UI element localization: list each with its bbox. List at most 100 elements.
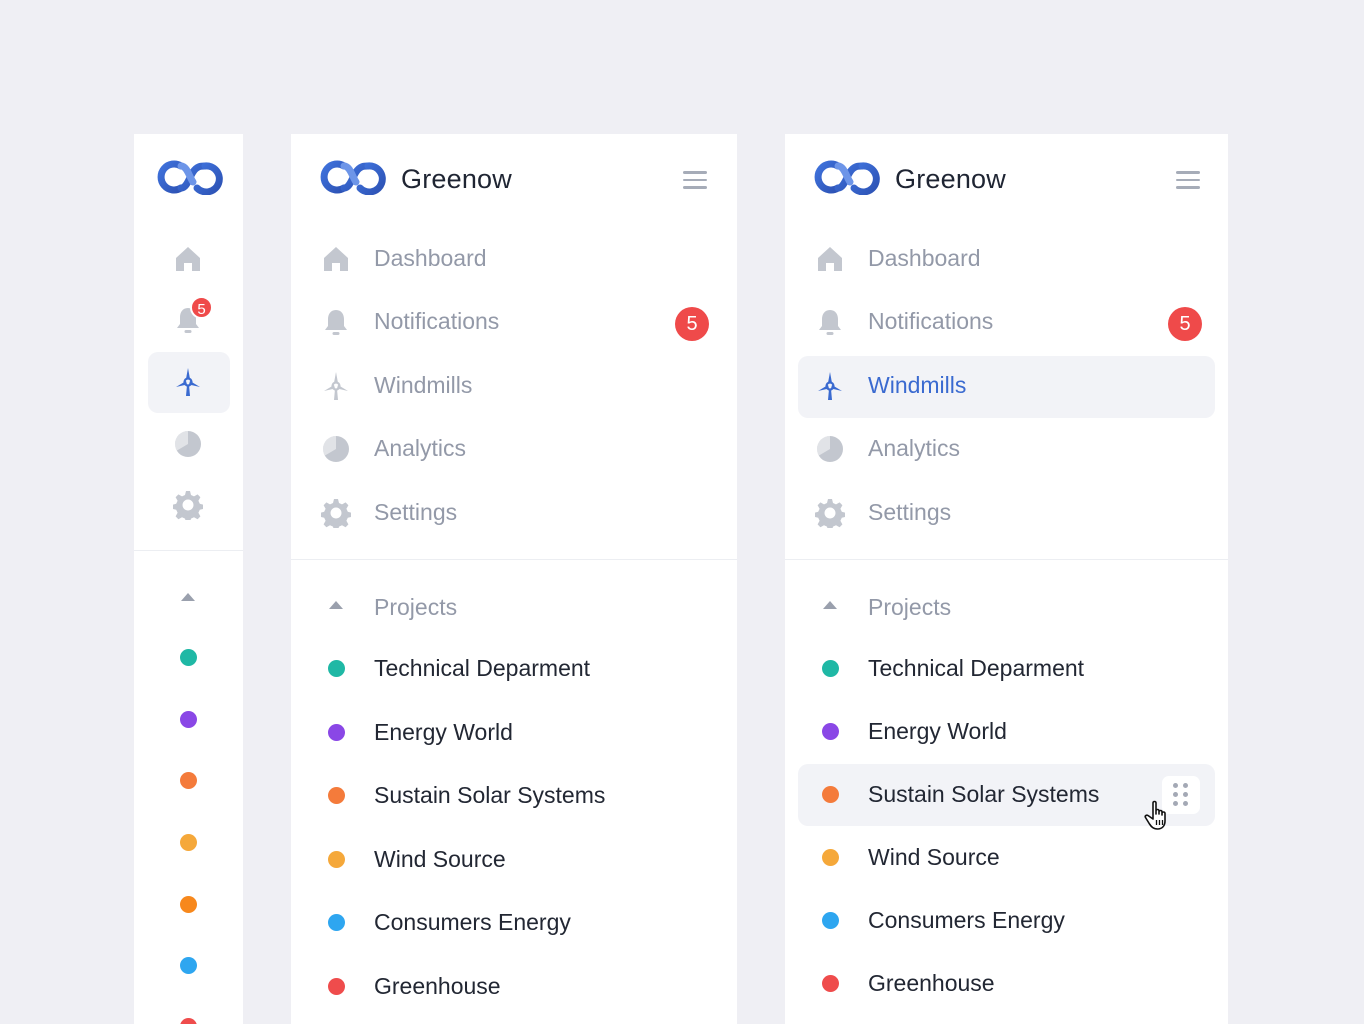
project-label: Wind Source — [868, 844, 1000, 870]
nav-item-label: Windmills — [374, 372, 473, 398]
nav-item-label: Settings — [374, 499, 458, 525]
nav-item-label: Dashboard — [374, 245, 487, 271]
home-icon[interactable] — [173, 244, 203, 274]
nav-item-dashboard[interactable]: Dashboard — [291, 230, 737, 290]
active-highlight — [798, 356, 1215, 418]
windmill-icon — [815, 371, 845, 401]
project-dot — [822, 786, 839, 803]
hamburger-menu-icon[interactable] — [683, 171, 707, 189]
nav-item-notifications[interactable]: Notifications 5 — [785, 293, 1228, 353]
pie-chart-icon — [815, 434, 845, 464]
project-dot — [328, 978, 345, 995]
nav-item-label: Analytics — [868, 435, 961, 461]
nav-item-windmills[interactable]: Windmills — [291, 357, 737, 417]
nav-item-notifications[interactable]: Notifications 5 — [291, 293, 737, 353]
project-label: Consumers Energy — [374, 909, 571, 935]
project-dot — [328, 724, 345, 741]
nav-item-label: Analytics — [374, 435, 467, 461]
caret-up-icon — [329, 601, 343, 609]
home-icon — [815, 244, 845, 274]
nav-item-label: Dashboard — [868, 245, 981, 271]
project-item-hovered[interactable]: Sustain Solar Systems — [785, 764, 1228, 830]
nav-item-settings[interactable]: Settings — [291, 484, 737, 544]
brand-name: Greenow — [895, 164, 1006, 194]
project-item[interactable]: Greenhouse — [785, 956, 1228, 1012]
bell-icon — [815, 307, 845, 337]
greenow-logo-icon[interactable] — [316, 159, 388, 195]
hamburger-menu-icon[interactable] — [1176, 171, 1200, 189]
notification-badge: 5 — [1168, 307, 1202, 341]
project-label: Technical Deparment — [374, 655, 591, 681]
project-label: Energy World — [868, 718, 1007, 744]
project-label: Greenhouse — [868, 970, 995, 996]
caret-up-icon — [823, 601, 837, 609]
project-dot — [328, 851, 345, 868]
project-label: Energy World — [374, 719, 513, 745]
project-dot — [822, 723, 839, 740]
gear-icon — [815, 498, 845, 528]
nav-item-label: Notifications — [374, 308, 500, 334]
nav-item-label: Settings — [868, 499, 952, 525]
project-item[interactable]: Consumers Energy — [785, 893, 1228, 949]
project-item[interactable]: Greenhouse — [291, 959, 737, 1015]
project-item[interactable]: Sustain Solar Systems — [291, 768, 737, 824]
home-icon — [321, 244, 351, 274]
divider — [134, 550, 243, 551]
notification-badge: 5 — [675, 307, 709, 341]
project-label: Consumers Energy — [868, 907, 1065, 933]
project-dot[interactable] — [180, 772, 197, 789]
project-dot[interactable] — [180, 711, 197, 728]
project-item[interactable]: Wind Source — [291, 832, 737, 888]
project-dot — [328, 914, 345, 931]
project-item[interactable]: Energy World — [291, 705, 737, 761]
greenow-logo-icon[interactable] — [810, 159, 882, 195]
projects-header-label: Projects — [374, 594, 458, 620]
project-item[interactable]: Energy World — [785, 704, 1228, 760]
pie-chart-icon — [321, 434, 351, 464]
project-label: Wind Source — [374, 846, 506, 872]
divider — [785, 559, 1228, 560]
nav-item-label: Notifications — [868, 308, 994, 334]
project-dot — [822, 912, 839, 929]
project-label: Sustain Solar Systems — [374, 782, 606, 808]
project-dot[interactable] — [180, 1018, 197, 1024]
hand-cursor-icon — [1144, 800, 1166, 830]
gear-icon — [321, 498, 351, 528]
nav-item-label: Windmills — [868, 372, 967, 398]
projects-header[interactable]: Projects — [291, 581, 737, 631]
collapsed-sidebar: 5 — [134, 134, 243, 1024]
windmill-icon — [321, 371, 351, 401]
caret-up-icon[interactable] — [181, 593, 195, 601]
pie-chart-icon[interactable] — [173, 429, 203, 459]
projects-header-label: Projects — [868, 594, 952, 620]
projects-header[interactable]: Projects — [785, 581, 1228, 631]
project-dot — [328, 787, 345, 804]
project-item[interactable]: Wind Source — [785, 830, 1228, 886]
divider — [291, 559, 737, 560]
project-dot[interactable] — [180, 649, 197, 666]
nav-item-settings[interactable]: Settings — [785, 484, 1228, 544]
bell-icon — [321, 307, 351, 337]
nav-item-analytics[interactable]: Analytics — [785, 420, 1228, 480]
nav-item-analytics[interactable]: Analytics — [291, 420, 737, 480]
project-dot — [328, 660, 345, 677]
windmill-icon[interactable] — [173, 367, 203, 397]
project-item[interactable]: Consumers Energy — [291, 895, 737, 951]
project-dot[interactable] — [180, 896, 197, 913]
nav-item-windmills[interactable]: Windmills — [785, 356, 1228, 418]
project-label: Greenhouse — [374, 973, 501, 999]
gear-icon[interactable] — [173, 490, 203, 520]
project-dot[interactable] — [180, 834, 197, 851]
greenow-logo-icon[interactable] — [153, 159, 225, 195]
project-dot[interactable] — [180, 957, 197, 974]
project-label: Technical Deparment — [868, 655, 1085, 681]
project-dot — [822, 975, 839, 992]
project-item[interactable]: Technical Deparment — [291, 641, 737, 697]
expanded-sidebar-active: Greenow Dashboard Notifications 5 Windmi… — [785, 134, 1228, 1024]
brand-name: Greenow — [401, 164, 512, 194]
project-item[interactable]: Technical Deparment — [785, 641, 1228, 697]
project-dot — [822, 849, 839, 866]
project-dot — [822, 660, 839, 677]
nav-item-dashboard[interactable]: Dashboard — [785, 230, 1228, 290]
notification-badge: 5 — [190, 296, 213, 319]
